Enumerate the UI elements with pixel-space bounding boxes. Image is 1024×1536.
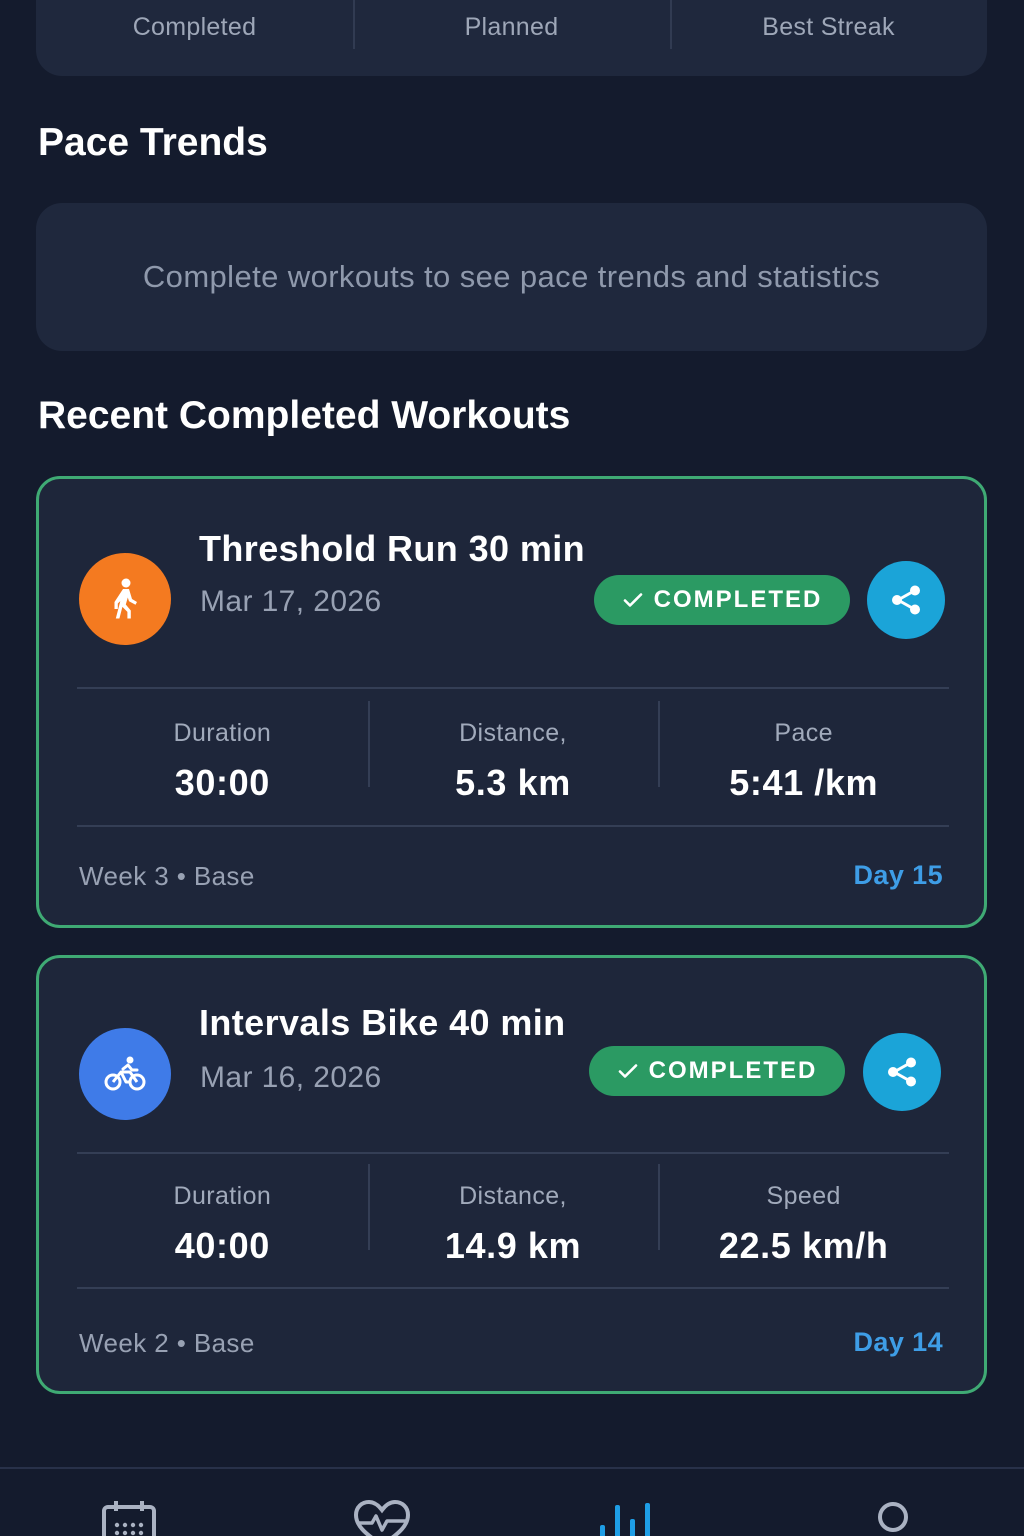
workout-card[interactable]: Threshold Run 30 min Mar 17, 2026 COMPLE…	[36, 476, 987, 928]
stats-screen: Completed Planned Best Streak Pace Trend…	[0, 0, 1024, 1536]
card-divider	[77, 1287, 949, 1289]
pace-trends-title: Pace Trends	[38, 121, 268, 164]
summary-best-streak-label: Best Streak	[670, 0, 987, 49]
check-icon	[618, 1064, 637, 1078]
workout-day: Day 14	[853, 1327, 943, 1357]
summary-planned-label: Planned	[353, 0, 670, 49]
stat-label: Duration	[173, 719, 272, 747]
stat-value: 14.9 km	[444, 1225, 582, 1266]
stat-label: Distance,	[459, 719, 567, 747]
stat-label: Pace	[774, 719, 833, 747]
nav-profile[interactable]	[861, 1499, 925, 1536]
workout-date: Mar 17, 2026	[200, 585, 382, 618]
completed-badge-label: COMPLETED	[653, 586, 823, 613]
calendar-icon	[102, 1501, 156, 1536]
bottom-nav	[0, 1467, 1024, 1536]
completed-badge: COMPLETED	[594, 575, 850, 625]
workout-date: Mar 16, 2026	[200, 1061, 382, 1094]
stat-label: Duration	[173, 1182, 272, 1210]
stat-value: 40:00	[174, 1225, 270, 1266]
heart-pulse-icon	[353, 1499, 411, 1536]
card-divider	[77, 687, 949, 689]
workout-card[interactable]: Intervals Bike 40 min Mar 16, 2026 COMPL…	[36, 955, 987, 1394]
stat-distance: Distance, 14.9 km	[367, 1164, 659, 1267]
stat-value: 30:00	[174, 762, 270, 803]
bike-icon	[79, 1028, 171, 1120]
workout-stats: Duration 40:00 Distance, 14.9 km Speed 2…	[77, 1164, 949, 1267]
bar-chart-icon	[600, 1503, 650, 1536]
check-icon	[623, 593, 642, 607]
share-icon	[888, 1057, 916, 1087]
stat-distance: Distance, 5.3 km	[367, 701, 659, 804]
recent-workouts-title: Recent Completed Workouts	[38, 394, 571, 437]
share-icon	[892, 585, 920, 615]
card-divider	[77, 1152, 949, 1154]
workout-stats: Duration 30:00 Distance, 5.3 km Pace 5:4…	[77, 701, 949, 804]
summary-completed-label: Completed	[132, 13, 257, 41]
stat-value: 5.3 km	[455, 762, 571, 803]
stat-pace: Pace 5:41 /km	[658, 701, 949, 804]
pace-trends-empty-card: Complete workouts to see pace trends and…	[36, 203, 987, 351]
stat-value: 5:41 /km	[729, 762, 879, 803]
nav-health[interactable]	[350, 1499, 414, 1536]
stat-duration: Duration 30:00	[77, 719, 368, 804]
stat-label: Speed	[766, 1182, 841, 1210]
workout-day: Day 15	[853, 860, 943, 890]
nav-stats[interactable]	[594, 1499, 658, 1536]
card-divider	[77, 825, 949, 827]
stat-value: 22.5 km/h	[718, 1225, 889, 1266]
workout-title: Threshold Run 30 min	[199, 528, 586, 569]
stat-label: Distance,	[459, 1182, 567, 1210]
nav-calendar[interactable]	[97, 1499, 161, 1536]
stat-duration: Duration 40:00	[77, 1182, 368, 1267]
share-button[interactable]	[867, 561, 945, 639]
pace-trends-empty-message: Complete workouts to see pace trends and…	[142, 259, 881, 294]
completed-badge-label: COMPLETED	[648, 1057, 818, 1084]
summary-card: Completed Planned Best Streak	[36, 0, 987, 76]
stat-speed: Speed 22.5 km/h	[658, 1164, 949, 1267]
completed-badge: COMPLETED	[589, 1046, 845, 1096]
workout-week-phase: Week 2 • Base	[79, 1328, 255, 1358]
workout-week-phase: Week 3 • Base	[79, 861, 255, 891]
profile-icon	[878, 1502, 908, 1532]
share-button[interactable]	[863, 1033, 941, 1111]
walk-icon	[79, 553, 171, 645]
workout-title: Intervals Bike 40 min	[199, 1002, 566, 1043]
